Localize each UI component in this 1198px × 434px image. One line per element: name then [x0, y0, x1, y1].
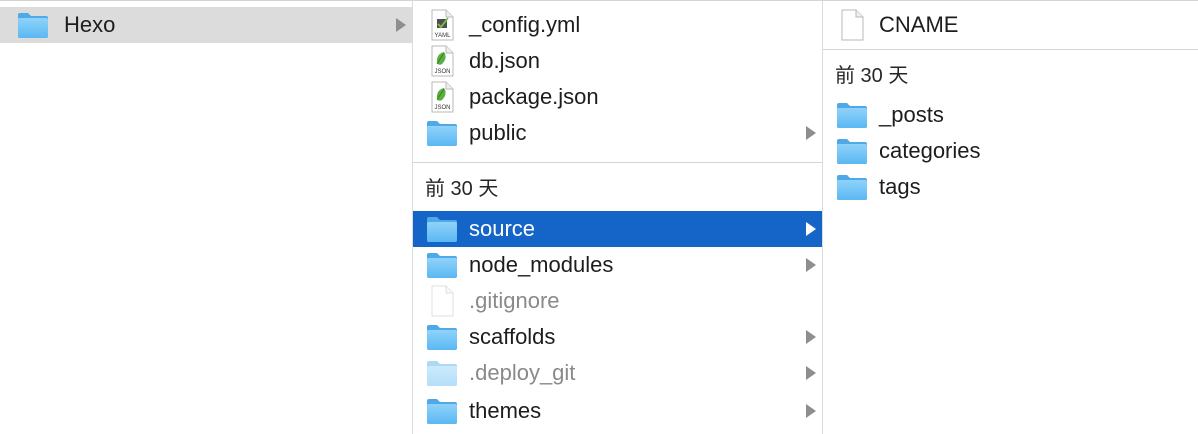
list-item-scaffolds[interactable]: scaffolds [413, 319, 822, 355]
json-file-icon: JSON [431, 45, 454, 77]
svg-text:JSON: JSON [434, 69, 450, 75]
list-item-deploy-git[interactable]: .deploy_git [413, 355, 822, 391]
list-item-config[interactable]: YAML _config.yml [413, 7, 822, 43]
svg-text:JSON: JSON [434, 105, 450, 111]
disclosure-arrow-icon [806, 404, 816, 418]
item-label: categories [879, 138, 981, 163]
folder-icon [427, 361, 457, 386]
item-label: CNAME [879, 12, 959, 37]
disclosure-arrow-icon [396, 18, 406, 32]
list-item-posts[interactable]: _posts [823, 97, 1198, 133]
column-1[interactable]: Hexo [0, 0, 413, 434]
json-file-icon: JSON [431, 81, 454, 113]
item-label: package.json [469, 84, 599, 109]
list-item-hexo[interactable]: Hexo [0, 7, 412, 43]
list-item-cname[interactable]: CNAME [823, 7, 1198, 43]
list-item-public[interactable]: public [413, 115, 822, 151]
disclosure-arrow-icon [806, 330, 816, 344]
list-item-source[interactable]: source [413, 211, 822, 247]
item-label: Hexo [64, 12, 116, 37]
file-icon [431, 285, 454, 317]
column-browser: Hexo YAML _config.yml JSON db.json JSON … [0, 0, 1198, 434]
group-header-last-30-days: 前 30 天 [413, 162, 822, 210]
list-item-categories[interactable]: categories [823, 133, 1198, 169]
disclosure-arrow-icon [806, 222, 816, 236]
column-3[interactable]: CNAME 前 30 天 _posts categories tags [823, 0, 1198, 434]
top-divider [0, 0, 1198, 1]
yaml-file-icon: YAML [431, 9, 454, 41]
folder-icon [427, 399, 457, 424]
group-header-label: 前 30 天 [835, 65, 909, 87]
list-item-gitignore[interactable]: .gitignore [413, 283, 822, 319]
list-item-themes[interactable]: themes [413, 393, 822, 429]
item-label: tags [879, 174, 921, 199]
item-label: source [469, 216, 536, 241]
folder-icon [427, 217, 457, 242]
disclosure-arrow-icon [806, 126, 816, 140]
list-item-tags[interactable]: tags [823, 169, 1198, 205]
item-label: .gitignore [469, 288, 560, 313]
item-label: scaffolds [469, 324, 556, 349]
folder-icon [18, 13, 48, 38]
svg-text:YAML: YAML [435, 33, 452, 39]
item-label: _config.yml [469, 12, 581, 37]
item-label: db.json [469, 48, 540, 73]
group-header-last-30-days: 前 30 天 [823, 49, 1198, 97]
folder-icon [427, 325, 457, 350]
group-header-label: 前 30 天 [425, 178, 499, 200]
item-label: .deploy_git [469, 360, 576, 385]
list-item-node-modules[interactable]: node_modules [413, 247, 822, 283]
file-icon [841, 9, 864, 41]
disclosure-arrow-icon [806, 258, 816, 272]
folder-icon [427, 121, 457, 146]
disclosure-arrow-icon [806, 366, 816, 380]
item-label: _posts [879, 102, 944, 127]
item-label: public [469, 120, 527, 145]
folder-icon [427, 253, 457, 278]
folder-icon [837, 175, 867, 200]
list-item-package-json[interactable]: JSON package.json [413, 79, 822, 115]
list-item-db-json[interactable]: JSON db.json [413, 43, 822, 79]
column-2[interactable]: YAML _config.yml JSON db.json JSON packa… [413, 0, 823, 434]
folder-icon [837, 103, 867, 128]
item-label: themes [469, 398, 542, 423]
folder-icon [837, 139, 867, 164]
item-label: node_modules [469, 252, 614, 277]
